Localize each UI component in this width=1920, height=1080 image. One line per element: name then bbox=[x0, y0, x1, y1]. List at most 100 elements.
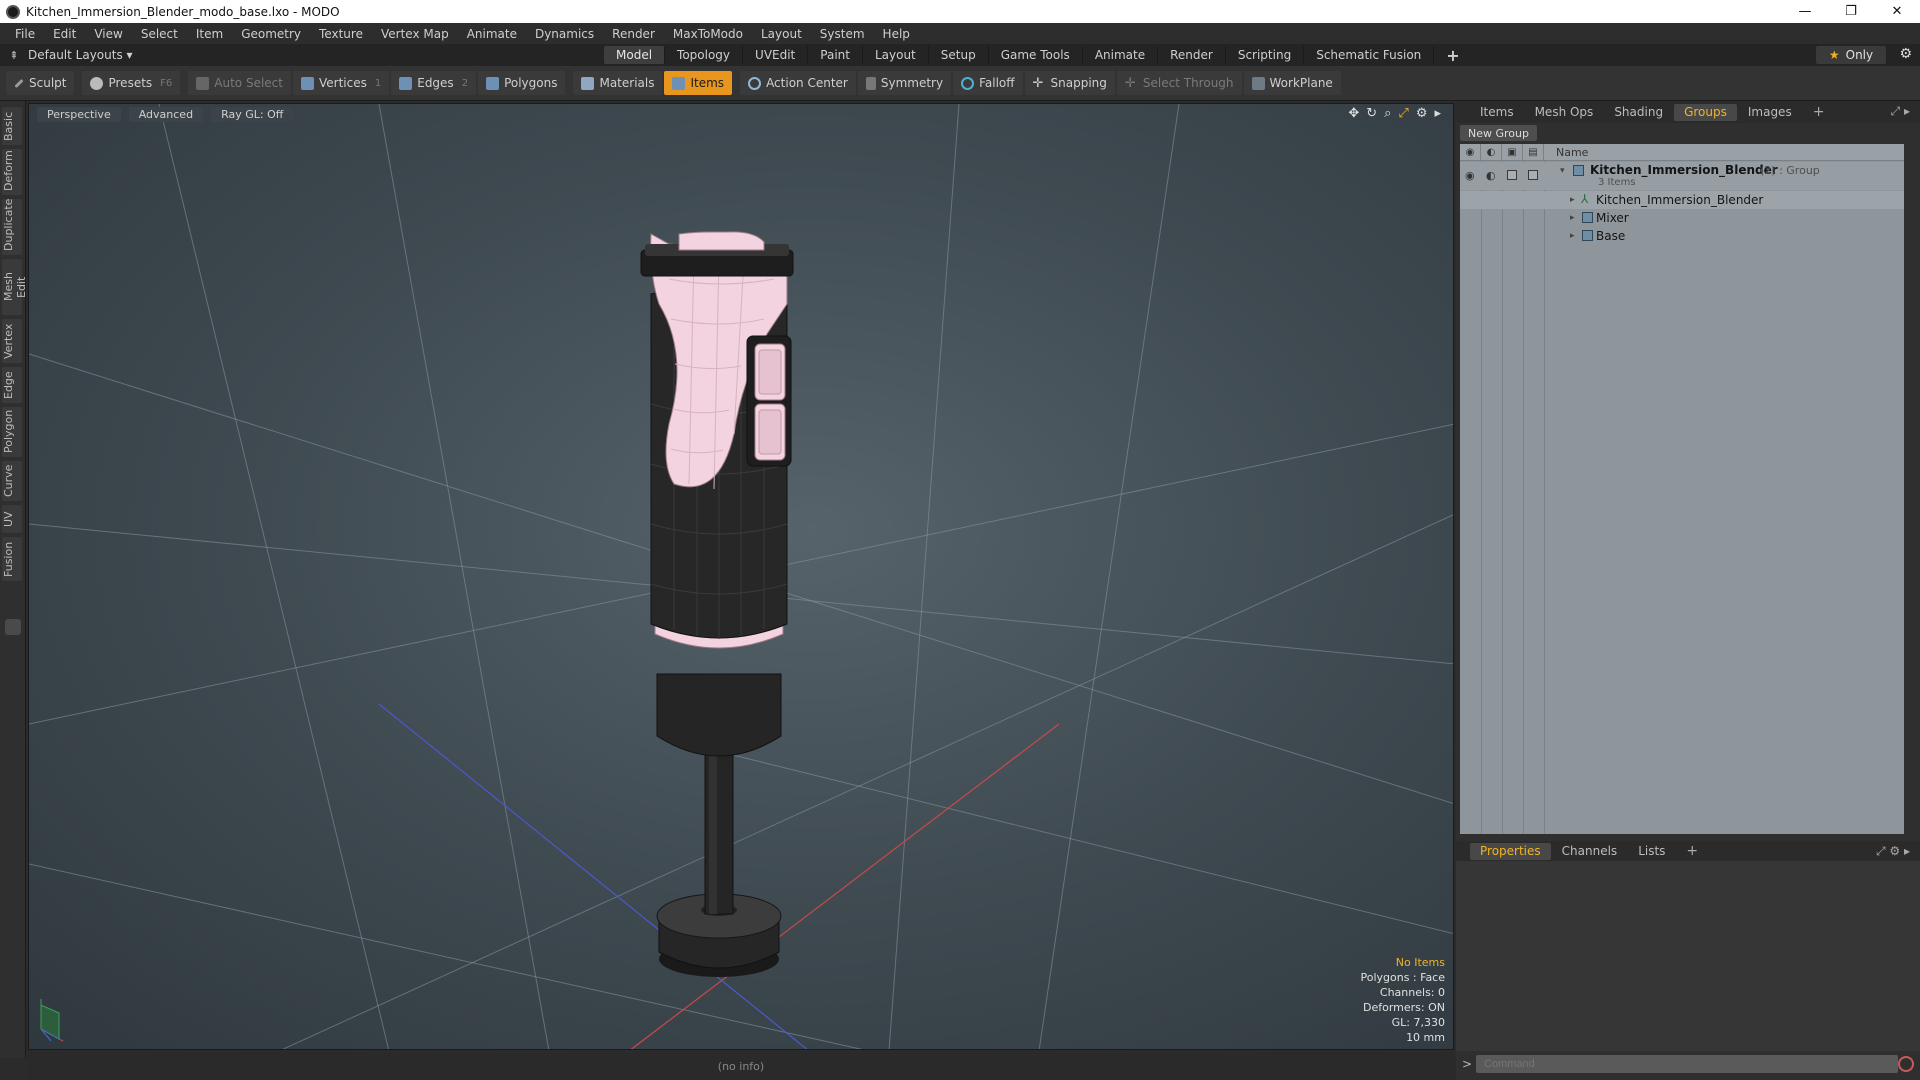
action-center-button[interactable]: Action Center bbox=[740, 71, 856, 95]
vtab-vertex[interactable]: Vertex bbox=[2, 319, 22, 363]
vtab-basic[interactable]: Basic bbox=[2, 107, 22, 145]
vertices-button[interactable]: Vertices 1 bbox=[292, 71, 390, 95]
vtab-uv[interactable]: UV bbox=[2, 505, 22, 533]
raygl-toggle[interactable]: Ray GL: Off bbox=[211, 106, 294, 122]
toolbox-toggle[interactable] bbox=[5, 619, 21, 635]
menu-edit[interactable]: Edit bbox=[44, 27, 85, 41]
close-button[interactable]: ✕ bbox=[1874, 0, 1920, 23]
add-tab-button[interactable]: + bbox=[1434, 46, 1471, 65]
menu-help[interactable]: Help bbox=[874, 27, 919, 41]
render-column-icon[interactable]: ◐ bbox=[1481, 143, 1502, 161]
vtab-edge[interactable]: Edge bbox=[2, 367, 22, 403]
lock-column-icon[interactable]: ▣ bbox=[1502, 143, 1523, 161]
add-panel-tab-button[interactable]: + bbox=[1803, 104, 1835, 121]
minimize-button[interactable]: — bbox=[1782, 0, 1828, 23]
menu-vertex-map[interactable]: Vertex Map bbox=[372, 27, 458, 41]
tab-images[interactable]: Images bbox=[1738, 104, 1802, 121]
select-through-button[interactable]: ✛ Select Through bbox=[1116, 71, 1242, 95]
perspective-dropdown[interactable]: Perspective bbox=[37, 106, 121, 122]
group-child-row[interactable]: ▸ Mixer bbox=[1460, 209, 1904, 227]
child-expand-arrow-icon[interactable]: ▸ bbox=[1570, 231, 1575, 241]
visibility-column-icon[interactable]: ◉ bbox=[1460, 143, 1481, 161]
group-child-row[interactable]: ▸ ⅄ Kitchen_Immersion_Blender bbox=[1460, 191, 1904, 209]
tab-properties[interactable]: Properties bbox=[1470, 842, 1551, 860]
vtab-curve[interactable]: Curve bbox=[2, 461, 22, 501]
tab-scripting[interactable]: Scripting bbox=[1226, 46, 1305, 64]
items-button[interactable]: Items bbox=[664, 71, 733, 95]
menu-system[interactable]: System bbox=[811, 27, 874, 41]
workplane-button[interactable]: WorkPlane bbox=[1243, 71, 1341, 95]
tab-paint[interactable]: Paint bbox=[808, 46, 863, 64]
falloff-button[interactable]: Falloff bbox=[953, 71, 1023, 95]
panel-expand-icon[interactable]: ⤢ ▸ bbox=[1891, 104, 1910, 119]
menu-item[interactable]: Item bbox=[187, 27, 232, 41]
viewport-settings-icon[interactable]: ⚙ bbox=[1416, 106, 1428, 121]
tab-schematic-fusion[interactable]: Schematic Fusion bbox=[1304, 46, 1435, 64]
new-group-button[interactable]: New Group bbox=[1460, 125, 1537, 141]
sculpt-button[interactable]: Sculpt bbox=[6, 71, 75, 95]
tab-model[interactable]: Model bbox=[604, 46, 666, 64]
zoom-view-icon[interactable]: ⌕ bbox=[1384, 106, 1391, 121]
tab-lists[interactable]: Lists bbox=[1628, 843, 1675, 860]
select-column-icon[interactable]: ▤ bbox=[1523, 143, 1544, 161]
tab-setup[interactable]: Setup bbox=[929, 46, 989, 64]
vtab-mesh-edit[interactable]: Mesh Edit bbox=[2, 259, 28, 315]
restore-button[interactable]: ❐ bbox=[1828, 0, 1874, 23]
command-input[interactable] bbox=[1476, 1055, 1898, 1073]
group-select-checkbox[interactable] bbox=[1528, 170, 1538, 180]
tab-layout[interactable]: Layout bbox=[863, 46, 929, 64]
tab-mesh-ops[interactable]: Mesh Ops bbox=[1525, 104, 1604, 121]
child-expand-arrow-icon[interactable]: ▸ bbox=[1570, 213, 1575, 223]
tab-game-tools[interactable]: Game Tools bbox=[989, 46, 1083, 64]
name-column-header[interactable]: Name bbox=[1544, 146, 1588, 159]
default-layouts-dropdown[interactable]: Default Layouts ▾ bbox=[28, 48, 133, 62]
only-toggle[interactable]: ★ Only bbox=[1816, 46, 1886, 64]
gear-icon[interactable]: ⚙ bbox=[1899, 46, 1912, 62]
group-lock-checkbox[interactable] bbox=[1507, 170, 1517, 180]
menu-animate[interactable]: Animate bbox=[458, 27, 526, 41]
auto-select-button[interactable]: Auto Select bbox=[188, 71, 291, 95]
polygons-button[interactable]: Polygons bbox=[478, 71, 566, 95]
expand-arrow-icon[interactable]: ▸ bbox=[1434, 106, 1441, 121]
vtab-polygon[interactable]: Polygon bbox=[2, 407, 22, 457]
menu-render[interactable]: Render bbox=[603, 27, 664, 41]
advanced-dropdown[interactable]: Advanced bbox=[128, 106, 204, 122]
move-view-icon[interactable]: ✥ bbox=[1348, 106, 1359, 121]
tab-groups[interactable]: Groups bbox=[1674, 103, 1737, 121]
menu-view[interactable]: View bbox=[85, 27, 131, 41]
menu-geometry[interactable]: Geometry bbox=[232, 27, 310, 41]
group-render-icon[interactable]: ◐ bbox=[1486, 169, 1496, 182]
vtab-fusion[interactable]: Fusion bbox=[2, 537, 22, 581]
menu-maxtomodo[interactable]: MaxToModo bbox=[664, 27, 752, 41]
menu-texture[interactable]: Texture bbox=[310, 27, 372, 41]
group-row[interactable]: ◉ ◐ ▾ Kitchen_Immersion_Blender (2) : Gr… bbox=[1460, 162, 1904, 190]
vtab-duplicate[interactable]: Duplicate bbox=[2, 199, 22, 255]
rotate-view-icon[interactable]: ↻ bbox=[1366, 106, 1377, 121]
presets-button[interactable]: Presets F6 bbox=[82, 71, 181, 95]
tab-channels[interactable]: Channels bbox=[1552, 843, 1628, 860]
snapping-button[interactable]: ✛ Snapping bbox=[1024, 71, 1115, 95]
vtab-deform[interactable]: Deform bbox=[2, 149, 22, 195]
fit-view-icon[interactable]: ⤢ bbox=[1398, 106, 1408, 121]
menu-file[interactable]: File bbox=[6, 27, 44, 41]
add-properties-tab-button[interactable]: + bbox=[1676, 843, 1708, 860]
collapse-arrow-icon[interactable]: ⇞ bbox=[0, 49, 28, 62]
materials-button[interactable]: Materials bbox=[573, 71, 663, 95]
tab-shading[interactable]: Shading bbox=[1604, 104, 1673, 121]
command-arrow-icon[interactable]: > bbox=[1462, 1057, 1472, 1071]
edges-button[interactable]: Edges 2 bbox=[391, 71, 477, 95]
tab-items[interactable]: Items bbox=[1470, 104, 1524, 121]
tab-render[interactable]: Render bbox=[1158, 46, 1226, 64]
child-expand-arrow-icon[interactable]: ▸ bbox=[1570, 195, 1575, 205]
properties-expand-icon[interactable]: ⤢ ⚙ ▸ bbox=[1876, 844, 1910, 859]
3d-viewport[interactable]: Perspective Advanced Ray GL: Off ✥ ↻ ⌕ ⤢… bbox=[28, 103, 1454, 1050]
tab-animate[interactable]: Animate bbox=[1083, 46, 1159, 64]
group-collapse-arrow-icon[interactable]: ▾ bbox=[1560, 166, 1565, 176]
tab-topology[interactable]: Topology bbox=[665, 46, 744, 64]
symmetry-button[interactable]: Symmetry bbox=[857, 71, 952, 95]
menu-select[interactable]: Select bbox=[132, 27, 187, 41]
menu-layout[interactable]: Layout bbox=[752, 27, 811, 41]
group-child-row[interactable]: ▸ Base bbox=[1460, 227, 1904, 245]
tab-uvedit[interactable]: UVEdit bbox=[743, 46, 809, 64]
command-record-icon[interactable] bbox=[1898, 1056, 1914, 1072]
